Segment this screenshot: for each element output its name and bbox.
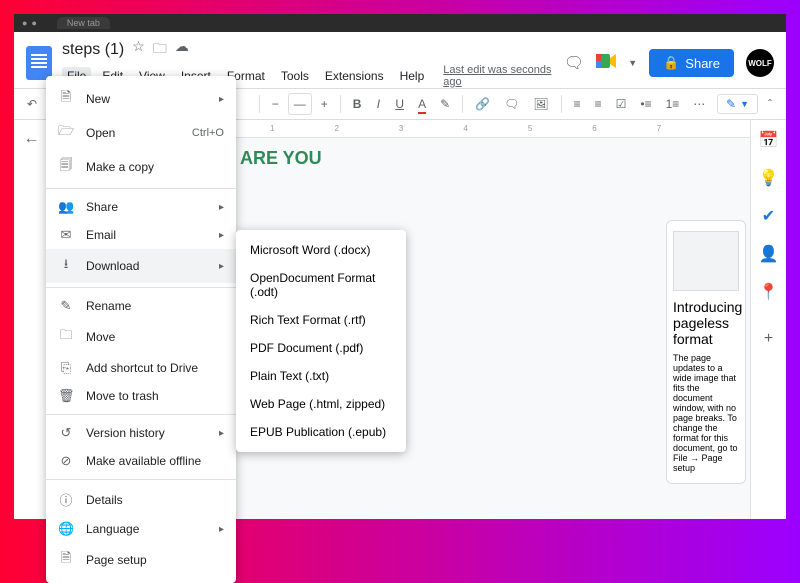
file-dropdown-menu: 🗎New▸ 🗁OpenCtrl+O 🗐Make a copy 👥Share▸ ✉… xyxy=(46,76,236,583)
trash-icon: 🗑 xyxy=(58,388,74,404)
side-panel: 📅 💡 ✔ 👤 📍 + xyxy=(750,120,786,519)
meet-icon[interactable] xyxy=(596,52,616,75)
open-icon: 🗁 xyxy=(58,122,74,144)
contacts-icon[interactable]: 👤 xyxy=(759,244,779,264)
browser-tab-bar: ●● New tab xyxy=(14,14,786,32)
download-docx[interactable]: Microsoft Word (.docx) xyxy=(236,236,406,264)
info-title: Introducing pageless format xyxy=(673,299,739,347)
document-title[interactable]: steps (1) xyxy=(62,41,124,59)
history-icon: ↺ xyxy=(58,425,74,441)
tasks-icon[interactable]: ✔ xyxy=(762,206,775,226)
last-edit-link[interactable]: Last edit was seconds ago xyxy=(443,64,564,88)
undo-icon[interactable]: ↶ xyxy=(22,94,42,114)
hide-menus-icon[interactable]: ˆ xyxy=(762,94,778,114)
editing-mode-button[interactable]: ✎▼ xyxy=(717,94,758,114)
file-email[interactable]: ✉Email▸ xyxy=(46,221,236,249)
file-download[interactable]: ⭳Download▸ xyxy=(46,249,236,283)
share-icon: 👥 xyxy=(58,199,74,215)
menu-tools[interactable]: Tools xyxy=(276,67,314,85)
download-pdf[interactable]: PDF Document (.pdf) xyxy=(236,334,406,362)
offline-icon: ⊘ xyxy=(58,453,74,469)
meet-dropdown-icon[interactable]: ▼ xyxy=(628,58,637,68)
keep-icon[interactable]: 💡 xyxy=(759,168,779,188)
file-details[interactable]: ⓘDetails xyxy=(46,484,236,515)
align-icon[interactable]: ≡ xyxy=(569,94,586,114)
add-panel-icon[interactable]: + xyxy=(764,330,773,348)
download-submenu: Microsoft Word (.docx) OpenDocument Form… xyxy=(236,230,406,452)
download-icon: ⭳ xyxy=(58,255,74,277)
calendar-icon[interactable]: 📅 xyxy=(759,130,779,150)
italic-icon[interactable]: I xyxy=(370,94,386,114)
file-add-shortcut[interactable]: ⎘Add shortcut to Drive xyxy=(46,354,236,382)
browser-tab[interactable]: New tab xyxy=(57,17,110,29)
file-offline[interactable]: ⊘Make available offline xyxy=(46,447,236,475)
outline-toggle[interactable]: ← xyxy=(14,120,50,519)
move-icon[interactable]: 🗀 xyxy=(153,38,167,62)
bulleted-list-icon[interactable]: •≡ xyxy=(635,94,656,114)
bold-icon[interactable]: B xyxy=(348,94,367,114)
account-avatar[interactable]: WOLF xyxy=(746,49,774,77)
pageless-info-panel: Introducing pageless format The page upd… xyxy=(666,220,746,484)
info-icon: ⓘ xyxy=(58,490,74,509)
menu-help[interactable]: Help xyxy=(395,67,430,85)
download-rtf[interactable]: Rich Text Format (.rtf) xyxy=(236,306,406,334)
pencil-icon: ✎ xyxy=(726,97,736,111)
file-new[interactable]: 🗎New▸ xyxy=(46,82,236,116)
info-thumbnail xyxy=(673,231,739,291)
cloud-status-icon[interactable]: ☁ xyxy=(175,38,189,62)
download-odt[interactable]: OpenDocument Format (.odt) xyxy=(236,264,406,306)
underline-icon[interactable]: U xyxy=(390,94,409,114)
info-body: The page updates to a wide image that fi… xyxy=(673,353,739,473)
share-button[interactable]: 🔒 Share xyxy=(649,49,734,77)
highlight-icon[interactable]: ✎ xyxy=(435,94,455,114)
globe-icon: 🌐 xyxy=(58,521,74,537)
more-icon[interactable]: ⋯ xyxy=(688,94,710,114)
file-rename[interactable]: ✎Rename xyxy=(46,292,236,320)
email-icon: ✉ xyxy=(58,227,74,243)
add-comment-icon[interactable]: 🗨 xyxy=(499,94,524,114)
drive-shortcut-icon: ⎘ xyxy=(58,360,74,376)
image-icon[interactable]: 🖼 xyxy=(528,94,553,114)
file-share[interactable]: 👥Share▸ xyxy=(46,193,236,221)
file-page-setup[interactable]: 🗎Page setup xyxy=(46,543,236,577)
share-label: Share xyxy=(685,56,720,71)
file-trash[interactable]: 🗑Move to trash xyxy=(46,382,236,410)
new-icon: 🗎 xyxy=(58,88,74,110)
file-make-copy[interactable]: 🗐Make a copy xyxy=(46,150,236,184)
file-move[interactable]: 🗀Move xyxy=(46,320,236,354)
rename-icon: ✎ xyxy=(58,298,74,314)
comments-icon[interactable]: 🗨 xyxy=(564,53,584,73)
font-size-plus[interactable]: + xyxy=(316,94,333,114)
download-html[interactable]: Web Page (.html, zipped) xyxy=(236,390,406,418)
page-setup-icon: 🗎 xyxy=(58,549,74,571)
font-size-minus[interactable]: − xyxy=(267,94,284,114)
line-spacing-icon[interactable]: ≡ xyxy=(590,94,607,114)
menu-extensions[interactable]: Extensions xyxy=(320,67,389,85)
numbered-list-icon[interactable]: 1≡ xyxy=(661,94,685,114)
text-color-icon[interactable]: A xyxy=(413,94,431,114)
download-epub[interactable]: EPUB Publication (.epub) xyxy=(236,418,406,446)
move-folder-icon: 🗀 xyxy=(58,326,74,348)
link-icon[interactable]: 🔗 xyxy=(470,94,495,114)
download-txt[interactable]: Plain Text (.txt) xyxy=(236,362,406,390)
file-open[interactable]: 🗁OpenCtrl+O xyxy=(46,116,236,150)
ruler[interactable]: 1234567 xyxy=(230,120,750,138)
document-body-text[interactable]: ARE YOU xyxy=(230,138,750,169)
docs-logo-icon[interactable] xyxy=(26,46,52,80)
font-size-input[interactable]: — xyxy=(288,93,312,115)
checklist-icon[interactable]: ☑ xyxy=(611,94,632,114)
maps-icon[interactable]: 📍 xyxy=(759,282,779,302)
file-language[interactable]: 🌐Language▸ xyxy=(46,515,236,543)
lock-icon: 🔒 xyxy=(663,55,679,71)
star-icon[interactable]: ☆ xyxy=(132,38,145,62)
copy-icon: 🗐 xyxy=(58,156,74,178)
file-version-history[interactable]: ↺Version history▸ xyxy=(46,419,236,447)
